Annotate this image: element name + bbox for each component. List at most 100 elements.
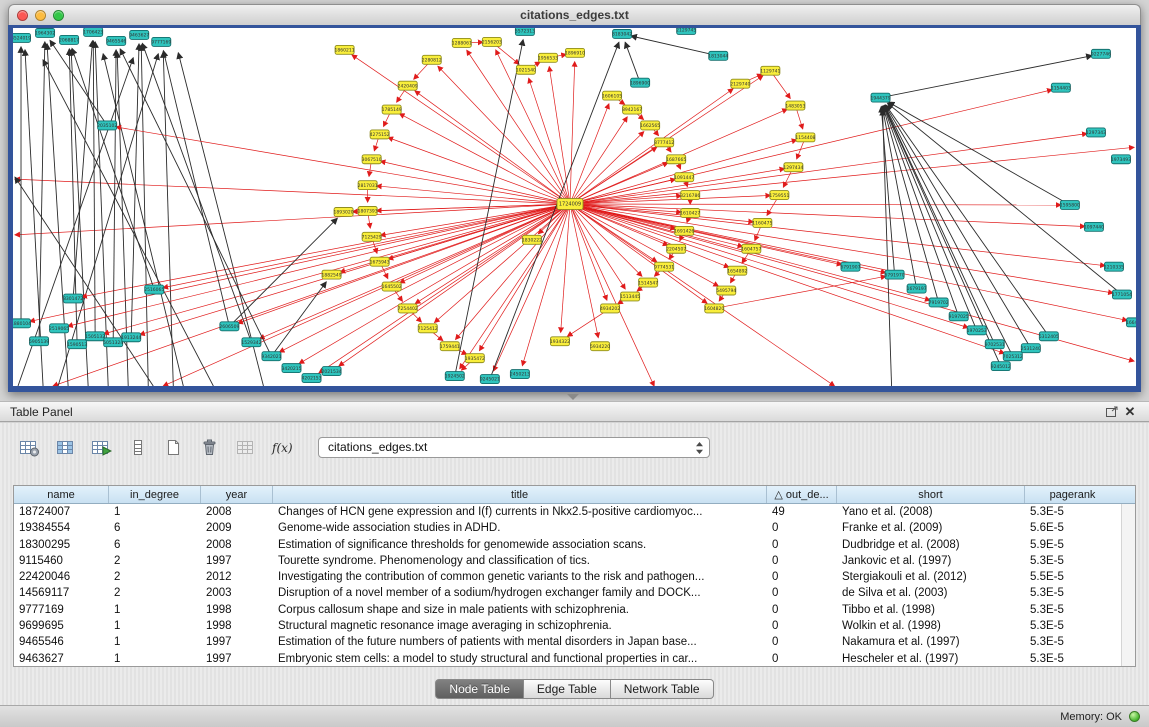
column-header-title[interactable]: title [273,486,767,503]
graph-node[interactable]: 1610427 [680,208,700,217]
delete-table-icon[interactable] [196,436,223,458]
graph-node[interactable]: 4275152 [370,130,390,139]
close-panel-icon[interactable]: ✕ [1121,404,1139,420]
graph-node[interactable]: 2519065 [49,324,69,333]
column-header-out_de[interactable]: △ out_de... [767,486,837,503]
graph-node[interactable]: 9463627 [129,30,149,39]
column-header-short[interactable]: short [837,486,1025,503]
graph-node[interactable]: 1724009 [557,199,583,210]
graph-node[interactable]: 1097440 [1084,222,1104,231]
graph-node[interactable]: 4202153 [302,374,322,383]
graph-node[interactable]: 1896910 [565,48,585,57]
graph-node[interactable]: 9342021 [261,352,281,361]
graph-node[interactable]: 2035102 [97,121,117,130]
float-panel-icon[interactable] [1103,404,1121,420]
graph-node[interactable]: 3420215 [281,364,301,373]
graph-node[interactable]: 7025312 [1003,352,1023,361]
graph-node[interactable]: 1785149 [382,105,402,114]
graph-node[interactable]: 2420409 [398,81,418,90]
row-height-icon[interactable] [124,436,151,458]
graph-node[interactable]: 5312405 [1039,332,1059,341]
graph-node[interactable]: 9774531 [654,262,674,271]
network-window-titlebar[interactable]: citations_edges.txt [8,4,1141,25]
graph-node[interactable]: 2204507 [666,244,686,253]
graph-node[interactable]: 1944379 [871,93,891,102]
graph-node[interactable]: 1297343 [1086,128,1106,137]
graph-node[interactable]: 1505132 [85,332,105,341]
column-header-year[interactable]: year [201,486,273,503]
graph-node[interactable]: 1297434 [783,163,803,172]
graph-node[interactable]: 1679197 [907,284,927,293]
graph-node[interactable]: 8777412 [654,138,674,147]
table-row[interactable]: 946362711997Embryonic stem cells: a mode… [14,651,1135,667]
graph-node[interactable]: 2817031 [358,181,378,190]
graph-node[interactable]: 9197025 [949,312,969,321]
graph-node[interactable]: 1771054 [1112,290,1132,299]
graph-node[interactable]: 5905139 [29,337,49,346]
column-header-pagerank[interactable]: pagerank [1025,486,1120,503]
split-pane-handle[interactable] [567,394,579,400]
graph-node[interactable]: 1595800 [1060,201,1080,210]
graph-node[interactable]: 2450213 [510,370,530,379]
graph-node[interactable]: 1759441 [440,342,460,351]
graph-node[interactable]: 1662565 [640,121,660,130]
graph-node[interactable]: 1160475 [752,218,772,227]
graph-node[interactable]: 1880104 [13,319,31,328]
graph-node[interactable]: 1288061 [452,38,472,47]
table-row[interactable]: 946554611997Estimation of the future num… [14,634,1135,650]
graph-node[interactable]: 5934220 [590,342,610,351]
network-canvas[interactable]: 1724009228081224204091785149427515230675… [13,28,1136,386]
minimize-window-button[interactable] [35,10,46,21]
graph-node[interactable]: 7254402 [398,304,418,313]
graph-node[interactable]: 1691426 [674,226,694,235]
graph-node[interactable]: 8524019 [13,33,31,42]
graph-node[interactable]: 1590513 [67,340,87,349]
graph-node[interactable]: 3216786 [680,191,700,200]
close-window-button[interactable] [17,10,28,21]
import-table-icon[interactable] [88,436,115,458]
graph-node[interactable]: 2516065 [144,285,164,294]
graph-node[interactable]: 1896900 [630,78,650,87]
graph-node[interactable]: 9702531 [985,340,1005,349]
graph-node[interactable]: 2129745 [676,28,696,34]
table-row[interactable]: 1938455462009Genome-wide association stu… [14,520,1135,536]
graph-node[interactable]: 1956533 [538,53,558,62]
graph-node[interactable]: 1210335 [1104,262,1124,271]
graph-node[interactable]: 1514547 [638,278,658,287]
graph-node[interactable]: 1604820 [704,304,724,313]
graph-node[interactable]: 2280812 [422,55,442,64]
graph-node[interactable]: 9245012 [991,362,1011,371]
graph-node[interactable]: 1934322 [550,337,570,346]
graph-node[interactable]: 1091447 [674,173,694,182]
column-settings-icon[interactable] [16,436,43,458]
graph-node[interactable]: 7125429 [362,232,382,241]
table-row[interactable]: 969969511998Structural magnetic resonanc… [14,618,1135,634]
tab-network-table[interactable]: Network Table [611,679,714,699]
graph-node[interactable]: 1154403 [1051,83,1071,92]
graph-node[interactable]: 1664228 [1126,318,1136,327]
graph-node[interactable]: 1813044 [708,51,728,60]
graph-node[interactable]: 8183042 [612,29,632,38]
graph-node[interactable]: 6791970 [885,270,905,279]
network-window[interactable]: citations_edges.txt 1724009 2280812 242040… [8,4,1141,392]
graph-node[interactable]: 9245021 [480,375,500,384]
graph-node[interactable]: 5495794 [716,286,736,295]
column-header-in_degree[interactable]: in_degree [109,486,201,503]
graph-node[interactable]: 1129741 [760,66,780,75]
function-builder-icon[interactable]: f(x) [268,436,295,458]
table-row[interactable]: 977716911998Corpus callosum shape and si… [14,602,1135,618]
graph-node[interactable]: 1830222 [522,235,542,244]
graph-node[interactable]: 1483053 [785,101,805,110]
graph-node[interactable]: 1913244 [121,333,141,342]
graph-node[interactable]: 1604757 [741,244,761,253]
graph-node[interactable]: 1807393 [358,207,378,216]
graph-node[interactable]: 1759551 [769,191,789,200]
table-selector-combo[interactable]: citations_edges.txt [318,437,710,458]
graph-node[interactable]: 2606509 [219,322,239,331]
graph-node[interactable]: 2021534 [322,367,342,376]
graph-node[interactable]: 1860211 [335,45,355,54]
table-row[interactable]: 911546021997Tourette syndrome. Phenomeno… [14,553,1135,569]
graph-node[interactable]: 1893020 [334,207,354,216]
zoom-window-button[interactable] [53,10,64,21]
graph-node[interactable]: 4934202 [600,304,620,313]
